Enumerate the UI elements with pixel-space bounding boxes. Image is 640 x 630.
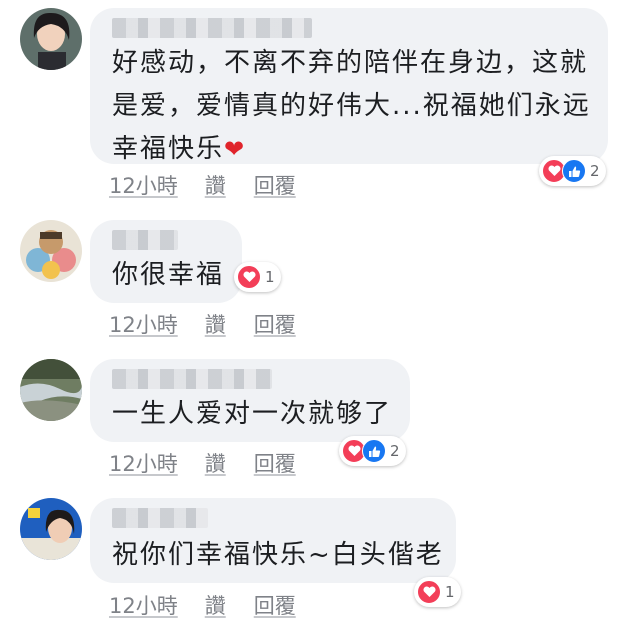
like-button[interactable]: 讚 <box>205 309 226 339</box>
reaction-count: 2 <box>590 162 600 180</box>
comment-text: 祝你们幸福快乐~白头偕老 <box>112 540 444 570</box>
timestamp-link[interactable]: 12小時 <box>109 590 178 620</box>
commenter-name-blurred[interactable] <box>112 18 312 38</box>
timestamp-link[interactable]: 12小時 <box>109 170 178 200</box>
heart-reaction-icon <box>417 580 441 604</box>
avatar[interactable] <box>20 220 82 282</box>
avatar[interactable] <box>20 8 82 70</box>
reply-button[interactable]: 回覆 <box>254 309 296 339</box>
comment-text: 好感动，不离不弃的陪伴在身边，这就 是爱，爱情真的好伟大...祝福她们永远 幸福… <box>112 48 591 164</box>
timestamp-link[interactable]: 12小時 <box>109 448 178 478</box>
reply-button[interactable]: 回覆 <box>254 590 296 620</box>
like-button[interactable]: 讚 <box>205 170 226 200</box>
commenter-name-blurred[interactable] <box>112 369 272 389</box>
like-button[interactable]: 讚 <box>205 590 226 620</box>
comment-bubble: 一生人爱对一次就够了 <box>90 359 410 442</box>
comment-actions: 12小時 讚 回覆 <box>109 448 296 478</box>
timestamp-link[interactable]: 12小時 <box>109 309 178 339</box>
avatar[interactable] <box>20 359 82 421</box>
commenter-name-blurred[interactable] <box>112 230 178 250</box>
reaction-summary[interactable]: 1 <box>414 577 461 607</box>
comment-bubble: 你很幸福 <box>90 220 242 303</box>
heart-emoji-icon: ❤ <box>224 135 247 163</box>
comment-text: 你很幸福 <box>112 260 225 290</box>
comment-text: 一生人爱对一次就够了 <box>112 399 393 429</box>
comment-actions: 12小時 讚 回覆 <box>109 309 296 339</box>
commenter-name-blurred[interactable] <box>112 508 208 528</box>
heart-reaction-icon <box>237 265 261 289</box>
like-reaction-icon <box>562 159 586 183</box>
comment-bubble: 好感动，不离不弃的陪伴在身边，这就 是爱，爱情真的好伟大...祝福她们永远 幸福… <box>90 8 608 164</box>
reaction-count: 2 <box>390 442 400 460</box>
reply-button[interactable]: 回覆 <box>254 448 296 478</box>
like-reaction-icon <box>362 439 386 463</box>
reply-button[interactable]: 回覆 <box>254 170 296 200</box>
reaction-summary[interactable]: 2 <box>339 436 406 466</box>
reaction-summary[interactable]: 1 <box>234 262 281 292</box>
comment-bubble: 祝你们幸福快乐~白头偕老 <box>90 498 456 583</box>
reaction-summary[interactable]: 2 <box>539 156 606 186</box>
comment-actions: 12小時 讚 回覆 <box>109 170 296 200</box>
reaction-count: 1 <box>445 583 455 601</box>
avatar[interactable] <box>20 498 82 560</box>
reaction-count: 1 <box>265 268 275 286</box>
like-button[interactable]: 讚 <box>205 448 226 478</box>
comment-actions: 12小時 讚 回覆 <box>109 590 296 620</box>
